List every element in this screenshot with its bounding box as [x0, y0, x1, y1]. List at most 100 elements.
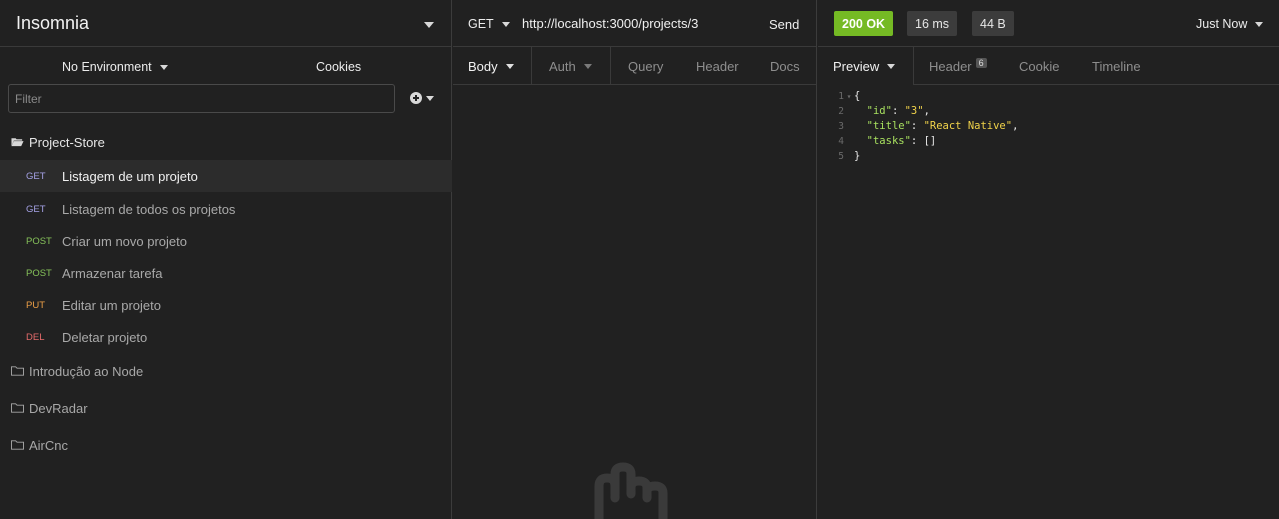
request-item[interactable]: POST Criar um novo projeto [0, 225, 452, 257]
chevron-down-icon [583, 64, 592, 69]
history-label: Just Now [1196, 17, 1248, 31]
method-select[interactable]: GET [468, 17, 510, 31]
chevron-down-icon [426, 95, 434, 101]
json-value: "React Native" [923, 120, 1013, 132]
request-pane: GET http://localhost:3000/projects/3 Sen… [453, 0, 817, 519]
line-number: 5 [838, 151, 844, 162]
folder-project-store[interactable]: Project-Store [0, 127, 452, 157]
tab-header[interactable]: Header 6 [929, 57, 987, 74]
response-pane: 200 OK 16 ms 44 B Just Now Preview Heade… [818, 0, 1279, 519]
line-number: 4 [838, 136, 844, 147]
method-label: GET [468, 17, 494, 31]
folder-icon [11, 440, 24, 450]
folder-label: DevRadar [29, 400, 88, 416]
request-item[interactable]: DEL Deletar projeto [0, 321, 452, 353]
tab-auth[interactable]: Auth [549, 59, 592, 74]
code-line: 5 } [818, 149, 1279, 164]
request-item[interactable]: GET Listagem de um projeto [0, 160, 452, 192]
status-badge: 200 OK [834, 11, 894, 36]
cookies-button[interactable]: Cookies [316, 60, 361, 74]
request-name: Listagem de todos os projetos [62, 201, 236, 217]
tab-timeline[interactable]: Timeline [1092, 59, 1141, 74]
url-input[interactable]: http://localhost:3000/projects/3 [522, 16, 698, 31]
response-status-bar: 200 OK 16 ms 44 B Just Now [818, 0, 1279, 47]
tab-label: Preview [833, 59, 880, 74]
tab-cookie[interactable]: Cookie [1019, 59, 1059, 74]
json-key: "title" [866, 120, 911, 132]
chevron-down-icon[interactable] [424, 22, 434, 28]
code-line: 4 "tasks": [] [818, 134, 1279, 149]
hand-icon [594, 462, 668, 519]
line-number: 3 [838, 121, 844, 132]
tab-docs[interactable]: Docs [770, 59, 800, 74]
tab-header[interactable]: Header [696, 59, 739, 74]
chevron-down-icon [501, 21, 510, 27]
method-badge: PUT [26, 299, 45, 311]
response-body[interactable]: 1 ▾ { 2 "id": "3", 3 "title": "React Nat… [818, 89, 1279, 164]
method-badge: GET [26, 170, 46, 182]
add-button[interactable] [410, 92, 434, 104]
code-line: 2 "id": "3", [818, 104, 1279, 119]
line-number: 2 [838, 106, 844, 117]
size-badge: 44 B [972, 11, 1014, 36]
tab-label: Cookie [1019, 59, 1060, 74]
folder-item[interactable]: Introdução ao Node [0, 356, 452, 386]
chevron-down-icon [1255, 21, 1264, 27]
request-tabs: Body Auth Query Header Docs [453, 47, 816, 85]
workspace-header[interactable]: Insomnia [0, 0, 451, 47]
tab-body[interactable]: Body [468, 59, 514, 74]
request-name: Listagem de um projeto [62, 168, 198, 184]
method-badge: POST [26, 235, 52, 247]
tab-label: Auth [549, 59, 576, 74]
code-text: } [854, 150, 861, 162]
code-text: { [854, 90, 861, 102]
code-line: 1 ▾ { [818, 89, 1279, 104]
url-bar: GET http://localhost:3000/projects/3 Sen… [453, 0, 816, 47]
request-item[interactable]: POST Armazenar tarefa [0, 257, 452, 289]
folder-open-icon [11, 138, 24, 147]
line-number: 1 [838, 91, 844, 102]
folder-icon [11, 366, 24, 376]
json-key: "tasks" [866, 135, 911, 147]
send-button[interactable]: Send [769, 17, 799, 32]
method-badge: DEL [26, 331, 45, 343]
request-name: Armazenar tarefa [62, 265, 163, 281]
tab-label: Query [628, 59, 664, 74]
sidebar: Insomnia No Environment Cookies Project-… [0, 0, 452, 519]
tab-label: Body [468, 59, 498, 74]
method-badge: GET [26, 203, 46, 215]
time-badge: 16 ms [907, 11, 958, 36]
app-title: Insomnia [16, 12, 90, 33]
folder-item[interactable]: DevRadar [0, 393, 452, 423]
json-value: "3" [904, 105, 924, 117]
tab-divider [531, 47, 532, 85]
history-select[interactable]: Just Now [1196, 17, 1264, 31]
code-line: 3 "title": "React Native", [818, 119, 1279, 134]
folder-label: AirCnc [29, 437, 69, 453]
chevron-down-icon [505, 64, 514, 69]
request-name: Criar um novo projeto [62, 233, 187, 249]
request-name: Deletar projeto [62, 329, 148, 345]
folder-label: Introdução ao Node [29, 363, 144, 379]
folder-icon [11, 403, 24, 413]
tab-label: Header [929, 59, 972, 74]
json-key: "id" [866, 105, 892, 117]
request-item[interactable]: PUT Editar um projeto [0, 289, 452, 321]
response-tabs: Preview Header 6 Cookie Timeline [818, 47, 1279, 85]
request-name: Editar um projeto [62, 297, 161, 313]
filter-input[interactable] [8, 84, 395, 113]
folder-label: Project-Store [29, 134, 105, 150]
tab-query[interactable]: Query [628, 59, 663, 74]
environment-label: No Environment [62, 60, 152, 74]
fold-arrow-icon[interactable]: ▾ [844, 89, 854, 104]
tab-divider [610, 47, 611, 85]
json-value: [] [923, 135, 937, 147]
request-item[interactable]: GET Listagem de todos os projetos [0, 193, 452, 225]
tab-preview[interactable]: Preview [833, 59, 896, 74]
chevron-down-icon [159, 64, 168, 70]
tab-label: Docs [770, 59, 800, 74]
tab-label: Header [696, 59, 739, 74]
plus-circle-icon [410, 92, 422, 104]
folder-item[interactable]: AirCnc [0, 430, 452, 460]
environment-select[interactable]: No Environment [62, 60, 168, 74]
